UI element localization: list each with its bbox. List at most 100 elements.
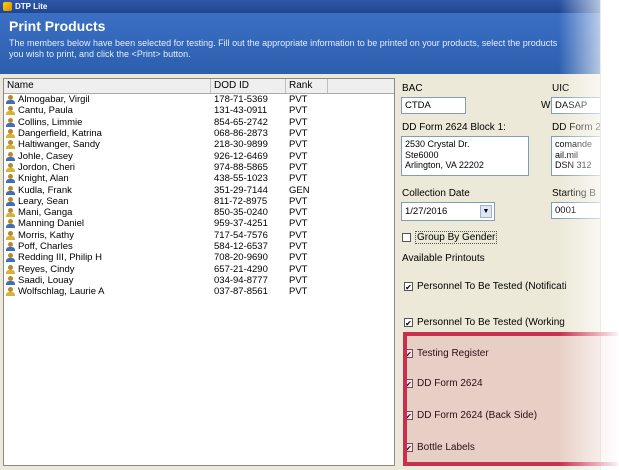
male-user-icon	[6, 117, 15, 127]
block2-textarea[interactable]: comande ail.mil DSN 312	[551, 136, 600, 176]
member-name: Jordon, Cheri	[18, 161, 76, 173]
bac-label: BAC	[402, 83, 423, 94]
member-name-cell: Wolfschlag, Laurie A	[4, 286, 211, 297]
member-rank: PVT	[289, 94, 308, 106]
member-dod-id: 037-87-8561	[214, 286, 268, 298]
checkbox-box[interactable]	[402, 233, 411, 242]
member-dod-id: 351-29-7144	[214, 184, 268, 196]
list-item[interactable]: Redding III, Philip H 708-20-9690 PVT	[4, 252, 394, 263]
printout-checkbox-working[interactable]: ✔ Personnel To Be Tested (Working	[404, 317, 565, 328]
member-name-cell: Jordon, Cheri	[4, 162, 211, 173]
member-name-cell: Cantu, Paula	[4, 105, 211, 116]
list-item[interactable]: Knight, Alan 438-55-1023 PVT	[4, 173, 394, 184]
member-dod-id: 584-12-6537	[214, 241, 268, 252]
list-item[interactable]: Poff, Charles 584-12-6537 PVT	[4, 241, 394, 252]
member-rank: PVT	[289, 116, 308, 128]
available-printouts-label: Available Printouts	[402, 253, 485, 264]
male-user-icon	[6, 275, 15, 285]
member-name-cell: Haltiwanger, Sandy	[4, 139, 211, 150]
list-item[interactable]: Mani, Ganga 850-35-0240 PVT	[4, 207, 394, 218]
member-name: Redding III, Philip H	[18, 252, 102, 264]
title-bar: DTP Lite	[0, 0, 600, 13]
member-name: Mani, Ganga	[18, 207, 73, 219]
member-name-cell: Almogabar, Virgil	[4, 94, 211, 105]
check-icon[interactable]: ✔	[404, 282, 413, 292]
member-name-cell: Johle, Casey	[4, 151, 211, 162]
list-item[interactable]: Almogabar, Virgil 178-71-5369 PVT	[4, 94, 394, 105]
female-user-icon	[6, 208, 15, 218]
list-item[interactable]: Haltiwanger, Sandy 218-30-9899 PVT	[4, 139, 394, 150]
male-user-icon	[6, 174, 15, 184]
member-dod-id: 218-30-9899	[214, 139, 268, 151]
member-name: Wolfschlag, Laurie A	[18, 286, 105, 298]
member-dod-id: 959-37-4251	[214, 218, 268, 230]
block1-textarea[interactable]: 2530 Crystal Dr. Ste6000 Arlington, VA 2…	[401, 136, 529, 176]
list-item[interactable]: Johle, Casey 926-12-6469 PVT	[4, 150, 394, 162]
starting-label: Starting B	[552, 188, 596, 199]
member-rank: PVT	[289, 274, 308, 286]
column-header-dod-id[interactable]: DOD ID	[211, 79, 286, 93]
chevron-down-icon[interactable]: ▼	[480, 205, 492, 218]
member-name-cell: Kudla, Frank	[4, 185, 211, 196]
male-user-icon	[6, 196, 15, 206]
male-user-icon	[6, 95, 15, 105]
uic-prefix: W	[541, 100, 551, 111]
uic-label: UIC	[552, 83, 570, 94]
uic-input[interactable]: DASAP	[551, 97, 600, 114]
member-name: Knight, Alan	[18, 173, 69, 185]
collection-date-picker[interactable]: 1/27/2016 ▼	[401, 202, 495, 221]
list-item[interactable]: Kudla, Frank 351-29-7144 GEN	[4, 184, 394, 196]
list-item[interactable]: Dangerfield, Katrina 068-86-2873 PVT	[4, 128, 394, 139]
member-dod-id: 657-21-4290	[214, 263, 268, 275]
member-rank: PVT	[289, 161, 308, 173]
list-item[interactable]: Cantu, Paula 131-43-0911 PVT	[4, 105, 394, 116]
member-rank: PVT	[289, 252, 308, 264]
member-name-cell: Poff, Charles	[4, 241, 211, 252]
member-rank: PVT	[289, 150, 308, 162]
group-by-gender-checkbox[interactable]: Group By Gender	[402, 231, 498, 244]
member-rank: PVT	[289, 128, 308, 140]
member-name: Dangerfield, Katrina	[18, 128, 102, 140]
highlight-box	[403, 332, 618, 466]
female-user-icon	[6, 140, 15, 150]
list-item[interactable]: Leary, Sean 811-72-8975 PVT	[4, 196, 394, 207]
list-item[interactable]: Saadi, Louay 034-94-8777 PVT	[4, 275, 394, 286]
member-dod-id: 811-72-8975	[214, 195, 268, 207]
member-name: Morris, Kathy	[18, 229, 74, 241]
list-item[interactable]: Collins, Limmie 854-65-2742 PVT	[4, 117, 394, 128]
list-item[interactable]: Reyes, Cindy 657-21-4290 PVT	[4, 263, 394, 275]
member-name-cell: Collins, Limmie	[4, 117, 211, 128]
male-user-icon	[6, 151, 15, 161]
member-rank: PVT	[289, 207, 308, 219]
starting-number-input[interactable]: 0001	[551, 202, 600, 219]
member-name: Johle, Casey	[18, 150, 73, 162]
list-item[interactable]: Jordon, Cheri 974-88-5865 PVT	[4, 162, 394, 173]
list-item[interactable]: Manning Daniel 959-37-4251 PVT	[4, 218, 394, 229]
printout-checkbox-notification[interactable]: ✔ Personnel To Be Tested (Notificati	[404, 281, 567, 292]
member-name-cell: Leary, Sean	[4, 196, 211, 207]
check-icon[interactable]: ✔	[404, 318, 413, 328]
member-dod-id: 717-54-7576	[214, 229, 268, 241]
member-dod-id: 068-86-2873	[214, 128, 268, 140]
list-item[interactable]: Wolfschlag, Laurie A 037-87-8561 PVT	[4, 286, 394, 297]
male-user-icon	[6, 185, 15, 195]
member-name-cell: Reyes, Cindy	[4, 264, 211, 275]
bac-input[interactable]: CTDA	[401, 97, 466, 114]
member-dod-id: 131-43-0911	[214, 105, 268, 117]
column-header-rank[interactable]: Rank	[286, 79, 328, 93]
list-item[interactable]: Morris, Kathy 717-54-7576 PVT	[4, 230, 394, 241]
member-name: Almogabar, Virgil	[18, 94, 90, 106]
block1-label: DD Form 2624 Block 1:	[402, 122, 506, 133]
member-dod-id: 850-35-0240	[214, 207, 268, 219]
female-user-icon	[6, 129, 15, 139]
member-name: Reyes, Cindy	[18, 263, 75, 275]
member-dod-id: 178-71-5369	[214, 94, 268, 106]
member-name-cell: Dangerfield, Katrina	[4, 128, 211, 139]
member-name: Manning Daniel	[18, 218, 85, 230]
members-list[interactable]: Name DOD ID Rank Almogabar, Virgil 178-71…	[3, 78, 395, 466]
collection-date-value: 1/27/2016	[405, 206, 448, 217]
member-name: Saadi, Louay	[18, 274, 74, 286]
column-header-name[interactable]: Name	[4, 79, 211, 93]
member-rank: PVT	[289, 195, 308, 207]
printout-label: Personnel To Be Tested (Notificati	[417, 281, 567, 292]
